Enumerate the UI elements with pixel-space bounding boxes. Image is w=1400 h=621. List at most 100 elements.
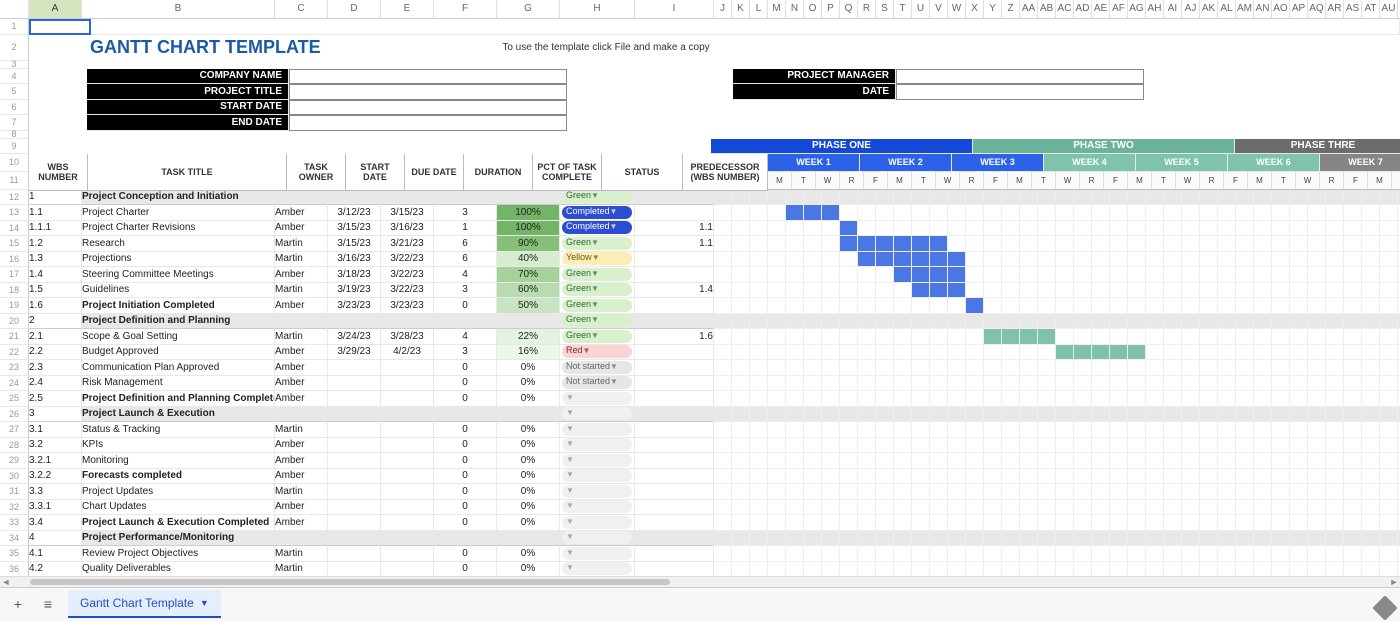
gantt-cell[interactable] (1326, 345, 1344, 361)
gantt-cell[interactable] (1164, 252, 1182, 268)
gantt-cell[interactable] (804, 205, 822, 221)
cell-duration[interactable] (434, 531, 497, 547)
gantt-cell[interactable] (1290, 438, 1308, 454)
gantt-cell[interactable] (1128, 531, 1146, 547)
gantt-cell[interactable] (1038, 298, 1056, 314)
gantt-cell[interactable] (894, 469, 912, 485)
gantt-cell[interactable] (1074, 298, 1092, 314)
gantt-cell[interactable] (876, 283, 894, 299)
gantt-cell[interactable] (1308, 515, 1326, 531)
gantt-cell[interactable] (948, 236, 966, 252)
gantt-cell[interactable] (912, 484, 930, 500)
gantt-cell[interactable] (1218, 562, 1236, 577)
gantt-cell[interactable] (1020, 345, 1038, 361)
gantt-cell[interactable] (1218, 345, 1236, 361)
gantt-cell[interactable] (858, 484, 876, 500)
gantt-cell[interactable] (786, 391, 804, 407)
gantt-cell[interactable] (1290, 391, 1308, 407)
gantt-cell[interactable] (1344, 360, 1362, 376)
gantt-cell[interactable] (1146, 190, 1164, 206)
gantt-cell[interactable] (1344, 205, 1362, 221)
gantt-cell[interactable] (930, 515, 948, 531)
gantt-cell[interactable] (1362, 562, 1380, 577)
cell-duration[interactable]: 0 (434, 500, 497, 516)
gantt-cell[interactable] (966, 360, 984, 376)
cell-status[interactable]: ▼ (560, 500, 635, 516)
col-J[interactable]: J (714, 0, 732, 18)
cell-duration[interactable]: 3 (434, 283, 497, 299)
gantt-cell[interactable] (1128, 221, 1146, 237)
gantt-cell[interactable] (1380, 546, 1398, 562)
gantt-cell[interactable] (1056, 298, 1074, 314)
gantt-cell[interactable] (786, 500, 804, 516)
gantt-cell[interactable] (984, 236, 1002, 252)
cell-predecessor[interactable] (635, 205, 714, 221)
gantt-cell[interactable] (768, 453, 786, 469)
gantt-cell[interactable] (948, 484, 966, 500)
row-num[interactable]: 2 (0, 35, 29, 61)
gantt-cell[interactable] (894, 345, 912, 361)
gantt-cell[interactable] (714, 407, 732, 423)
gantt-cell[interactable] (1200, 360, 1218, 376)
gantt-cell[interactable] (858, 329, 876, 345)
cell-task[interactable]: Risk Management (82, 376, 275, 392)
gantt-cell[interactable] (948, 546, 966, 562)
gantt-cell[interactable] (984, 267, 1002, 283)
gantt-cell[interactable] (984, 205, 1002, 221)
cell-owner[interactable] (275, 407, 328, 423)
row-num[interactable]: 21 (0, 329, 29, 345)
gantt-cell[interactable] (1236, 360, 1254, 376)
cell-pct[interactable]: 0% (497, 391, 560, 407)
gantt-cell[interactable] (1200, 283, 1218, 299)
cell-due[interactable] (381, 469, 434, 485)
gantt-cell[interactable] (1110, 500, 1128, 516)
gantt-cell[interactable] (1002, 531, 1020, 547)
gantt-cell[interactable] (1020, 360, 1038, 376)
gantt-cell[interactable] (1128, 314, 1146, 330)
gantt-cell[interactable] (1290, 469, 1308, 485)
gantt-cell[interactable] (1290, 190, 1308, 206)
cell-status[interactable]: Completed▼ (560, 205, 635, 221)
gantt-cell[interactable] (750, 484, 768, 500)
cell-task[interactable]: Project Launch & Execution Completed (82, 515, 275, 531)
gantt-cell[interactable] (876, 391, 894, 407)
gantt-cell[interactable] (858, 546, 876, 562)
gantt-cell[interactable] (1056, 391, 1074, 407)
gantt-cell[interactable] (768, 438, 786, 454)
gantt-cell[interactable] (1326, 438, 1344, 454)
gantt-cell[interactable] (840, 205, 858, 221)
gantt-cell[interactable] (948, 190, 966, 206)
gantt-cell[interactable] (1002, 205, 1020, 221)
cell-status[interactable]: Not started▼ (560, 360, 635, 376)
gantt-cell[interactable] (1092, 360, 1110, 376)
gantt-cell[interactable] (1074, 562, 1092, 577)
gantt-cell[interactable] (930, 221, 948, 237)
gantt-cell[interactable] (1056, 562, 1074, 577)
gantt-cell[interactable] (930, 562, 948, 577)
cell-due[interactable]: 3/21/23 (381, 236, 434, 252)
gantt-cell[interactable] (894, 484, 912, 500)
gantt-cell[interactable] (1038, 391, 1056, 407)
col-AH[interactable]: AH (1146, 0, 1164, 18)
gantt-cell[interactable] (1164, 422, 1182, 438)
gantt-cell[interactable] (1326, 329, 1344, 345)
cell-pct[interactable]: 100% (497, 205, 560, 221)
gantt-cell[interactable] (1146, 298, 1164, 314)
gantt-cell[interactable] (1164, 500, 1182, 516)
cell-pct[interactable]: 0% (497, 376, 560, 392)
gantt-cell[interactable] (1146, 314, 1164, 330)
cell-start[interactable] (328, 407, 381, 423)
col-Z[interactable]: Z (1002, 0, 1020, 18)
gantt-cell[interactable] (966, 329, 984, 345)
gantt-cell[interactable] (1380, 329, 1398, 345)
gantt-cell[interactable] (1038, 469, 1056, 485)
gantt-cell[interactable] (840, 345, 858, 361)
cell-owner[interactable]: Martin (275, 252, 328, 268)
gantt-cell[interactable] (1164, 562, 1182, 577)
gantt-cell[interactable] (948, 205, 966, 221)
cell-owner[interactable]: Amber (275, 376, 328, 392)
gantt-cell[interactable] (1164, 484, 1182, 500)
gantt-cell[interactable] (1002, 438, 1020, 454)
col-O[interactable]: O (804, 0, 822, 18)
gantt-cell[interactable] (1218, 376, 1236, 392)
